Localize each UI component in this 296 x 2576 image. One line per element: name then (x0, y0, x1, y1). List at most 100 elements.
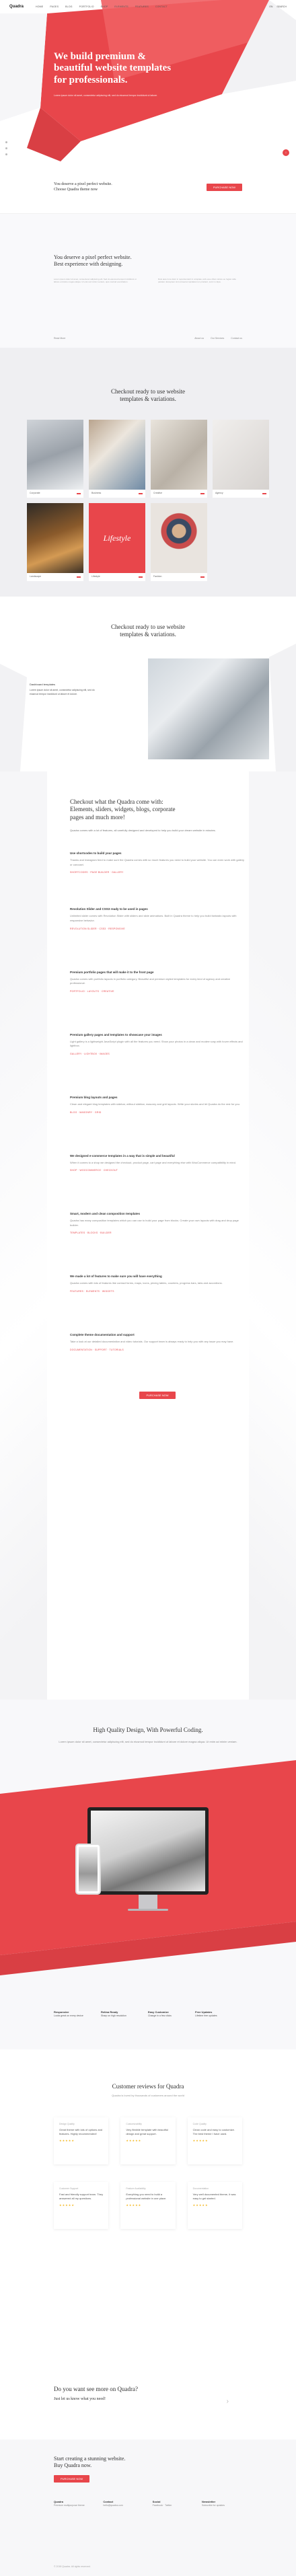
read-more-link[interactable]: Read More (54, 337, 65, 340)
search-link[interactable]: SEARCH (276, 5, 287, 8)
footer-column-title: Quadra (54, 2499, 64, 2503)
hero-text: We build premium & beautiful website tem… (54, 51, 175, 98)
review-card: Customizability Very flexible template wi… (120, 2117, 176, 2164)
phone-screen (79, 1846, 98, 1891)
review-category: Design Quality (59, 2122, 75, 2125)
card-label: Business (91, 492, 102, 495)
demo-copy-text: Lorem ipsum dolor sit amet, consectetur … (30, 689, 95, 695)
star-rating-icon: ★★★★★ (192, 2138, 209, 2142)
language-switch[interactable]: EN (270, 5, 273, 8)
hero-section: We build premium & beautiful website tem… (0, 0, 296, 161)
template-card[interactable]: Landscape (27, 503, 83, 582)
card-accent (200, 576, 205, 578)
template-card[interactable]: Business (89, 420, 145, 498)
feature-tags[interactable]: REVOLUTION SLIDER · CSS3 · RESPONSIVE (70, 927, 245, 930)
feature-tags[interactable]: PORTFOLIO · LAYOUTS · CREATIVE (70, 990, 245, 993)
feature-item: Premium blog layouts and pages Clean and… (70, 1096, 245, 1114)
footer-column: Newsletter Subscribe for updates (202, 2500, 242, 2509)
footer-link[interactable]: Our Services (211, 337, 224, 340)
template-card[interactable]: Creative (151, 420, 207, 498)
footer-link[interactable]: About us (194, 337, 204, 340)
quality-feature-text: Change in a few clicks (148, 2014, 172, 2017)
nav-item-contact[interactable]: CONTACT (155, 5, 168, 8)
feature-heading: Revolution Slider and CSS3 ready to be u… (70, 907, 148, 911)
section-subtitle: Lorem ipsum dolor sit amet, consectetur … (59, 1739, 237, 1743)
feature-text: When it comes to a shop we designed the … (70, 1160, 236, 1164)
template-image-fashion (151, 503, 207, 574)
star-rating-icon: ★★★★★ (59, 2203, 75, 2207)
section-title: Customer reviews for Quadra (112, 2082, 184, 2090)
card-label: Corporate (30, 492, 40, 495)
feature-text: Unlimited slider comes with Revolution S… (70, 914, 237, 923)
footer-link[interactable]: Contact us (231, 337, 242, 340)
features-title: Checkout what the Quadra come with: Elem… (70, 798, 176, 821)
logo[interactable]: Quadra (9, 5, 24, 9)
section-title: You deserve a pixel perfect website. Bes… (54, 254, 132, 268)
feature-tags[interactable]: SHOP · WOOCOMMERCE · CHECKOUT (70, 1169, 245, 1172)
purchase-button[interactable]: PURCHASE NOW (139, 1391, 176, 1399)
footer-column-text[interactable]: hello@quadra.com (103, 2504, 122, 2507)
template-card[interactable]: Fashion (151, 503, 207, 582)
card-label: Fashion (153, 575, 162, 578)
footer-column-text[interactable]: Subscribe for updates (202, 2504, 225, 2507)
feature-heading: Use shortcodes to build your pages (70, 851, 122, 856)
copyright: © 2018 Quadra. All rights reserved. (54, 2565, 91, 2568)
demo-copy-title: Dashboard templates (30, 682, 56, 686)
feature-tags[interactable]: TEMPLATES · BLOCKS · BUILDER (70, 1232, 245, 1234)
nav-item-pages[interactable]: PAGES (50, 5, 59, 8)
feature-tags[interactable]: BLOG · MASONRY · GRID (70, 1111, 245, 1114)
nav-item-shop[interactable]: SHOP (101, 5, 108, 8)
footer-column-text[interactable]: Premium multipurpose theme (54, 2504, 85, 2507)
footer-column: Quadra Premium multipurpose theme (54, 2500, 94, 2509)
section-subtitle: Quadra is loved by thousands of customer… (112, 2093, 184, 2097)
nav-item-features[interactable]: FEATURES (135, 5, 149, 8)
rail-dot[interactable] (5, 153, 7, 155)
star-rating-icon: ★★★★★ (59, 2138, 75, 2142)
card-accent (139, 576, 143, 578)
feature-item: Use shortcodes to build your pages Thank… (70, 851, 245, 874)
star-rating-icon: ★★★★★ (192, 2203, 209, 2207)
feature-tags[interactable]: SHORTCODES · PAGE BUILDER · GALLERY (70, 871, 245, 874)
templates-grid: Corporate Business Creative Agency Lands… (27, 420, 269, 582)
review-card: Code Quality Clean code and easy to custo… (187, 2117, 242, 2164)
feature-tags[interactable]: FEATURES · ELEMENTS · WIDGETS (70, 1290, 245, 1293)
feature-tags[interactable]: GALLERY · LIGHTBOX · IMAGES (70, 1053, 245, 1055)
review-card: Customer Support Fast and friendly suppor… (54, 2181, 109, 2229)
text-column: Duis aute irure dolor in reprehenderit i… (158, 277, 236, 284)
template-image-business (89, 420, 145, 490)
feature-tags[interactable]: DOCUMENTATION · SUPPORT · TUTORIALS (70, 1349, 245, 1351)
scroll-down-button[interactable]: ↓ (283, 149, 289, 156)
review-category: Documentation (192, 2187, 209, 2190)
card-label: Landscape (30, 575, 42, 578)
nav-item-home[interactable]: HOME (36, 5, 43, 8)
hero-rail (5, 141, 7, 155)
template-card[interactable]: Agency (213, 420, 269, 498)
nav-right: EN SEARCH (270, 5, 287, 8)
nav-item-elements[interactable]: ELEMENTS (114, 5, 128, 8)
nav-item-portfolio[interactable]: PORTFOLIO (79, 5, 94, 8)
review-text: Fast and friendly support team. They ans… (59, 2192, 104, 2200)
template-image-agency (213, 420, 269, 490)
rail-dot[interactable] (5, 141, 7, 143)
feature-item: Premium gallery pages and templates to s… (70, 1033, 245, 1055)
footer-column-text[interactable]: Facebook · Twitter (153, 2504, 172, 2507)
card-label: Lifestyle (91, 575, 100, 578)
quality-features: Responsive Looks great on every device Re… (54, 2010, 242, 2018)
chevron-right-icon[interactable]: › (227, 2398, 229, 2405)
footer-column: Contact hello@quadra.com (103, 2500, 143, 2509)
template-card[interactable]: Corporate (27, 420, 83, 498)
template-image-corporate (27, 420, 83, 490)
footer-column-title: Newsletter (201, 2499, 216, 2503)
nav-item-blog[interactable]: BLOG (65, 5, 73, 8)
rail-dot[interactable] (5, 147, 7, 149)
feature-item: Revolution Slider and CSS3 ready to be u… (70, 907, 245, 930)
template-image-creative (151, 420, 207, 490)
features-cta: PURCHASE NOW (70, 1391, 245, 1399)
purchase-button[interactable]: PURCHASE NOW (206, 183, 242, 191)
feature-heading: Premium blog layouts and pages (70, 1095, 118, 1099)
template-card[interactable]: Lifestyle Lifestyle (89, 503, 145, 582)
purchase-button[interactable]: PURCHASE NOW (54, 2474, 90, 2483)
quality-feature: Free Updates Lifetime free updates (195, 2010, 242, 2018)
footer-column: Social Facebook · Twitter (153, 2500, 193, 2509)
demo-copy: Dashboard templates Lorem ipsum dolor si… (30, 683, 104, 697)
